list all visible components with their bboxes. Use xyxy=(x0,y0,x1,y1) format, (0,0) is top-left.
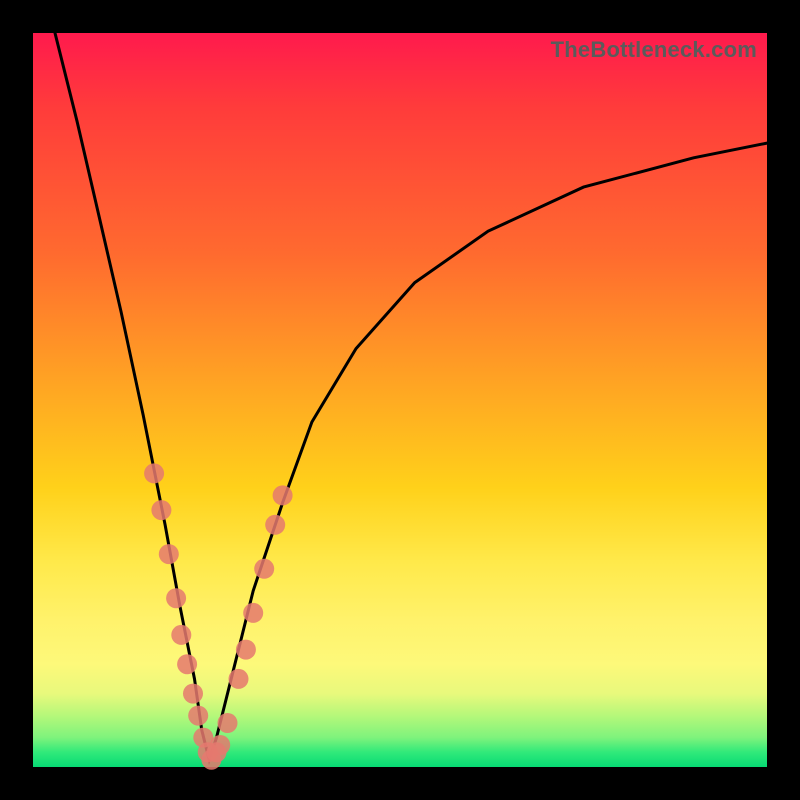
chart-svg xyxy=(33,33,767,767)
sample-marker xyxy=(171,625,191,645)
sample-marker xyxy=(144,463,164,483)
sample-marker xyxy=(273,485,293,505)
sample-marker xyxy=(177,654,197,674)
sample-marker xyxy=(254,559,274,579)
sample-marker xyxy=(218,713,238,733)
sample-marker xyxy=(210,735,230,755)
sample-marker xyxy=(159,544,179,564)
sample-marker xyxy=(236,640,256,660)
sample-marker xyxy=(243,603,263,623)
sample-marker xyxy=(265,515,285,535)
sample-marker xyxy=(188,706,208,726)
sample-marker xyxy=(229,669,249,689)
outer-frame: TheBottleneck.com xyxy=(0,0,800,800)
bottleneck-curve xyxy=(55,33,767,760)
plot-area: TheBottleneck.com xyxy=(33,33,767,767)
sample-marker xyxy=(183,684,203,704)
marker-group xyxy=(144,463,293,769)
sample-marker xyxy=(151,500,171,520)
sample-marker xyxy=(166,588,186,608)
